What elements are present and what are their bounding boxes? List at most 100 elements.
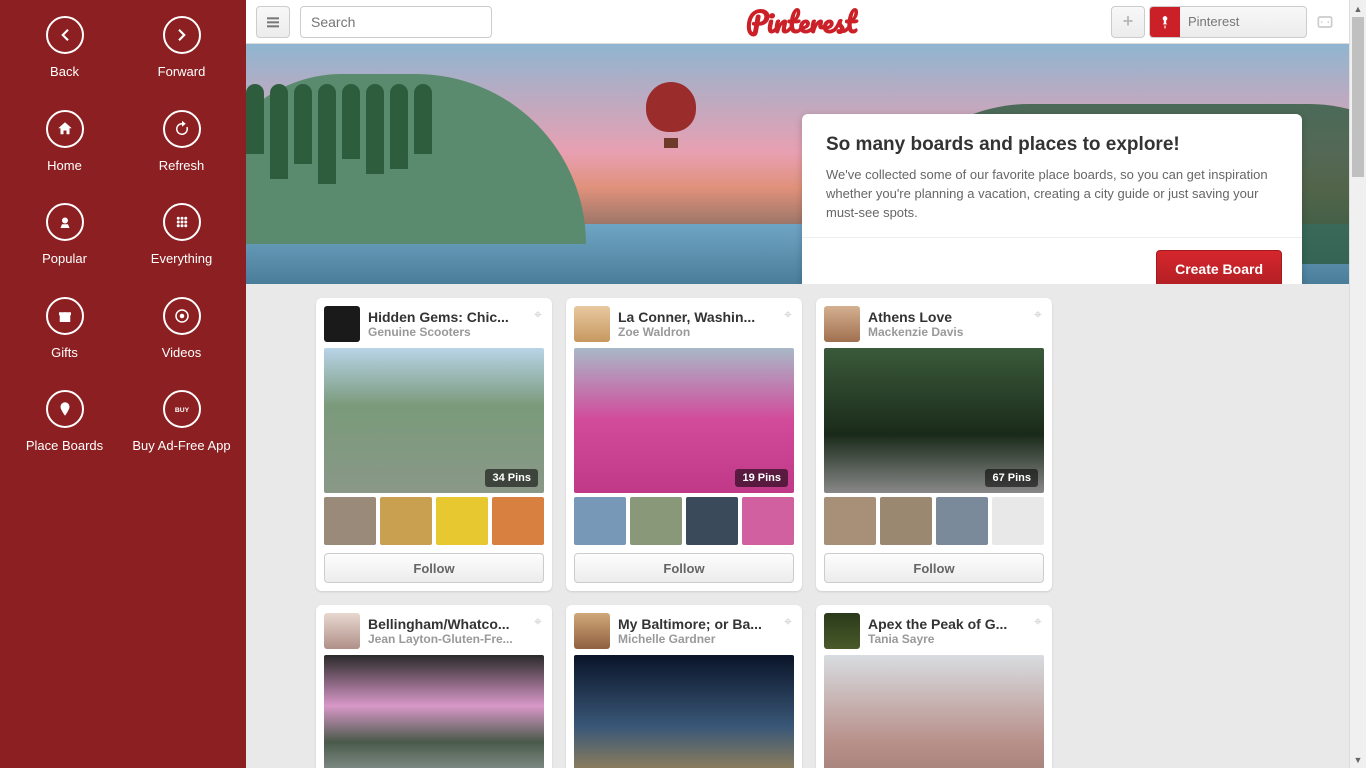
sidebar-item-forward[interactable]: Forward [123,16,240,80]
popular-icon [46,203,84,241]
gift-icon [46,297,84,335]
board-hero-image: 34 Pins [324,348,544,493]
avatar [574,306,610,342]
balloon-illustration [646,82,696,148]
board-title: Bellingham/Whatco... [368,616,544,632]
board-author: Zoe Waldron [618,325,794,339]
board-title: Apex the Peak of G... [868,616,1044,632]
everything-icon [163,203,201,241]
sidebar-label: Refresh [159,158,205,174]
board-card[interactable]: Apex the Peak of G... Tania Sayre ⌖ [816,605,1052,768]
board-author: Tania Sayre [868,632,1044,646]
main-area: Pinterest + Pinterest So many boards and… [246,0,1366,768]
board-card[interactable]: Athens Love Mackenzie Davis ⌖ 67 Pins Fo… [816,298,1052,591]
app-sidebar: Back Forward Home Refresh Popular Everyt… [0,0,246,768]
boards-grid: Hidden Gems: Chic... Genuine Scooters ⌖ … [246,284,1349,768]
sidebar-item-videos[interactable]: Videos [123,297,240,361]
pin-count-badge: 67 Pins [985,469,1038,487]
board-hero-image: 49 Pins [324,655,544,768]
location-icon: ⌖ [1034,613,1044,630]
thumbnail [630,497,682,545]
brand-logo[interactable]: Pinterest [502,0,1101,46]
thumbnail [492,497,544,545]
avatar [324,613,360,649]
location-icon: ⌖ [784,306,794,323]
hero-title: So many boards and places to explore! [826,134,1278,156]
sidebar-item-everything[interactable]: Everything [123,203,240,267]
board-title: Hidden Gems: Chic... [368,309,544,325]
board-title: La Conner, Washin... [618,309,794,325]
follow-button[interactable]: Follow [574,553,794,583]
board-title: My Baltimore; or Ba... [618,616,794,632]
thumbnail [880,497,932,545]
thumbnail [686,497,738,545]
board-title: Athens Love [868,309,1044,325]
sidebar-item-home[interactable]: Home [6,110,123,174]
sidebar-label: Popular [42,251,87,267]
hero-banner: So many boards and places to explore! We… [246,44,1349,284]
location-icon: ⌖ [1034,306,1044,323]
back-icon [46,16,84,54]
avatar [574,613,610,649]
svg-text:BUY: BUY [174,407,189,414]
avatar [324,306,360,342]
pin-count-badge: 34 Pins [485,469,538,487]
scroll-thumb[interactable] [1352,17,1364,177]
menu-button[interactable] [256,6,290,38]
location-icon: ⌖ [534,613,544,630]
avatar [824,306,860,342]
sidebar-label: Buy Ad-Free App [132,438,230,454]
follow-button[interactable]: Follow [324,553,544,583]
board-card[interactable]: Bellingham/Whatco... Jean Layton-Gluten-… [316,605,552,768]
add-button[interactable]: + [1111,6,1145,38]
user-label: Pinterest [1180,14,1239,29]
scroll-up-button[interactable]: ▲ [1350,0,1366,17]
vertical-scrollbar[interactable]: ▲ ▼ [1349,0,1366,768]
sidebar-label: Gifts [51,345,78,361]
board-hero-image: 67 Pins [824,348,1044,493]
home-icon [46,110,84,148]
board-author: Mackenzie Davis [868,325,1044,339]
notifications-button[interactable] [1311,6,1339,38]
sidebar-item-gifts[interactable]: Gifts [6,297,123,361]
topbar: Pinterest + Pinterest [246,0,1349,44]
thumbnail [936,497,988,545]
sidebar-label: Forward [158,64,206,80]
hero-card: So many boards and places to explore! We… [802,114,1302,284]
sidebar-item-place-boards[interactable]: Place Boards [6,390,123,454]
search-field[interactable] [300,6,492,38]
search-input[interactable] [311,14,492,30]
sidebar-item-back[interactable]: Back [6,16,123,80]
scroll-down-button[interactable]: ▼ [1350,751,1366,768]
sidebar-item-refresh[interactable]: Refresh [123,110,240,174]
board-hero-image [574,655,794,768]
board-card[interactable]: Hidden Gems: Chic... Genuine Scooters ⌖ … [316,298,552,591]
sidebar-label: Videos [162,345,202,361]
follow-button[interactable]: Follow [824,553,1044,583]
board-author: Jean Layton-Gluten-Fre... [368,632,544,646]
board-hero-image [824,655,1044,768]
brand-label: Pinterest [746,0,857,46]
thumbnail [824,497,876,545]
board-author: Genuine Scooters [368,325,544,339]
user-menu[interactable]: Pinterest [1149,6,1307,38]
sidebar-label: Home [47,158,82,174]
buy-icon: BUY [163,390,201,428]
board-author: Michelle Gardner [618,632,794,646]
board-card[interactable]: La Conner, Washin... Zoe Waldron ⌖ 19 Pi… [566,298,802,591]
refresh-icon [163,110,201,148]
thumbnail [324,497,376,545]
sidebar-label: Back [50,64,79,80]
video-icon [163,297,201,335]
sidebar-label: Everything [151,251,212,267]
thumbnail [436,497,488,545]
location-icon: ⌖ [534,306,544,323]
thumbnail [992,497,1044,545]
avatar [824,613,860,649]
board-card[interactable]: My Baltimore; or Ba... Michelle Gardner … [566,605,802,768]
hero-body: We've collected some of our favorite pla… [826,166,1278,223]
thumbnail [574,497,626,545]
create-board-button[interactable]: Create Board [1156,250,1282,284]
sidebar-item-buy-adfree[interactable]: BUY Buy Ad-Free App [123,390,240,454]
sidebar-item-popular[interactable]: Popular [6,203,123,267]
